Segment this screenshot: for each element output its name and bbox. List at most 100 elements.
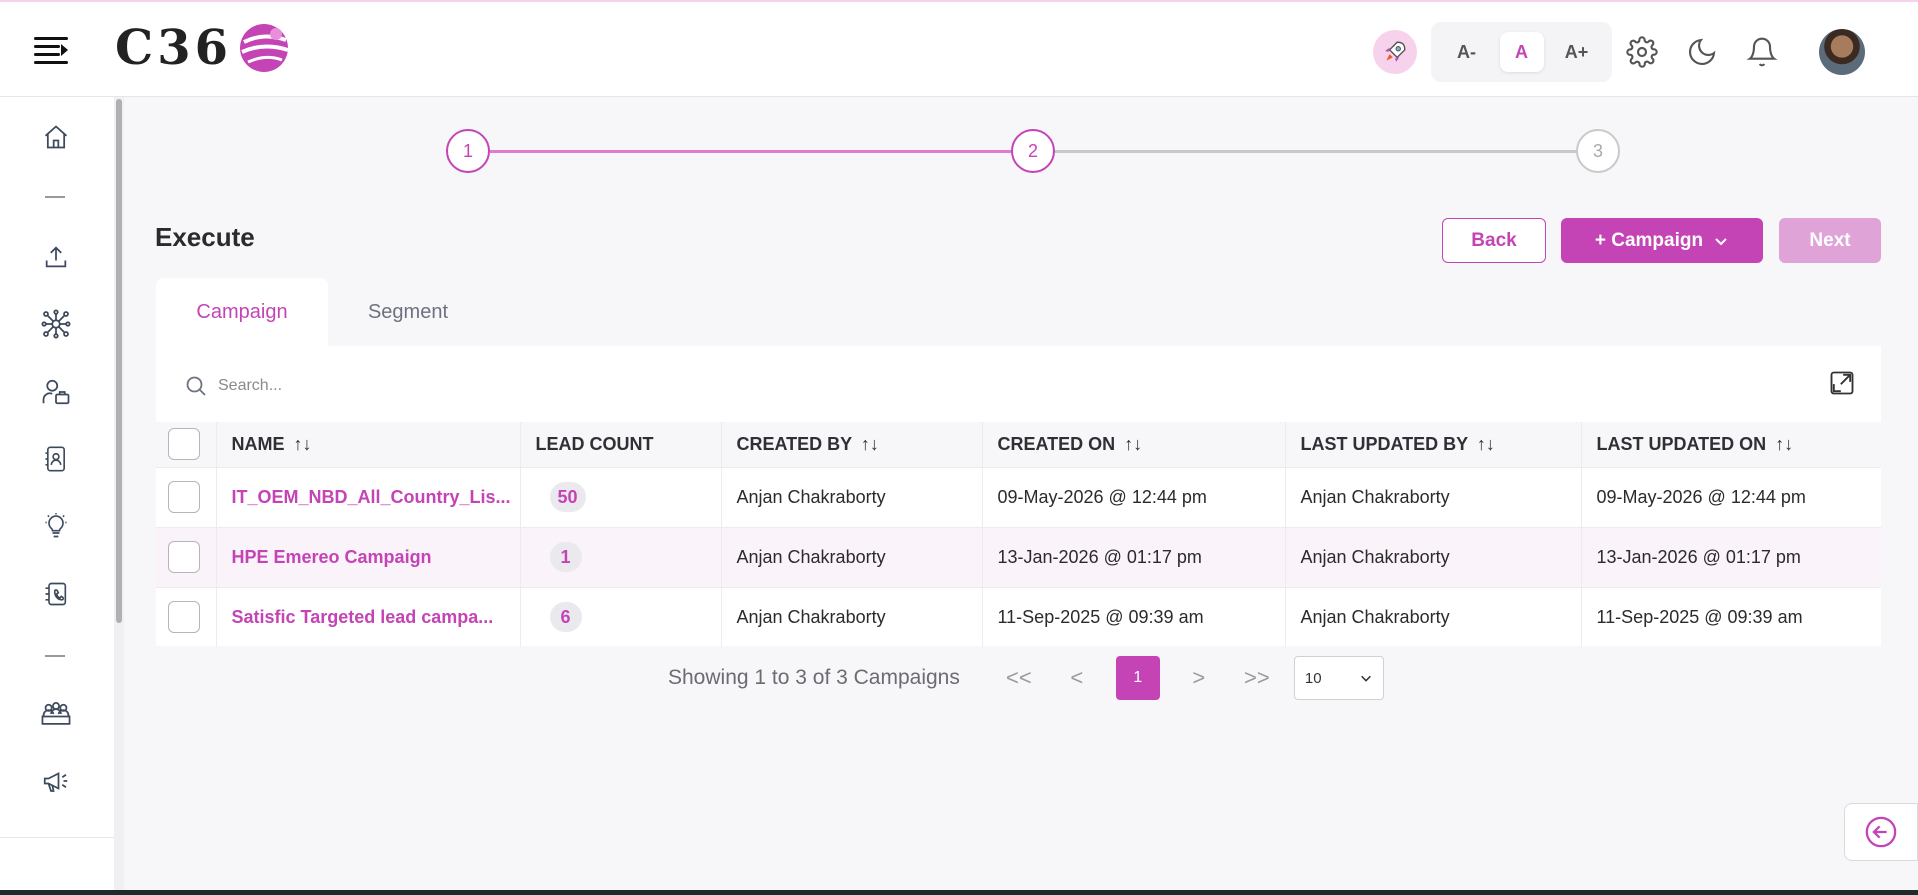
tab-segment[interactable]: Segment — [328, 278, 488, 346]
page-number-button[interactable]: 1 — [1115, 656, 1160, 700]
campaign-name-link[interactable]: IT_OEM_NBD_All_Country_Lis... — [232, 487, 511, 507]
updated-on-cell: 09-May-2026 @ 12:44 pm — [1581, 466, 1881, 527]
row-checkbox[interactable] — [168, 481, 200, 513]
row-select-cell — [156, 466, 217, 527]
address-book-icon[interactable] — [36, 574, 76, 614]
next-button[interactable]: Next — [1779, 218, 1881, 263]
updated-by-cell: Anjan Chakraborty — [1285, 526, 1582, 587]
table-header-row: NAME ↑↓ LEAD COUNT CREATED BY ↑↓ CREATED… — [156, 422, 1881, 467]
sort-icon[interactable]: ↑↓ — [1124, 434, 1142, 454]
megaphone-icon[interactable] — [36, 761, 76, 801]
campaign-name-link[interactable]: Satisfic Targeted lead campa... — [232, 607, 494, 627]
stepper-line-pending — [1054, 150, 1578, 153]
created-on-cell: 13-Jan-2026 @ 01:17 pm — [982, 526, 1286, 587]
select-all-cell — [156, 422, 217, 467]
add-campaign-label: + Campaign — [1594, 229, 1704, 251]
campaign-name-cell: HPE Emereo Campaign — [216, 526, 521, 587]
network-icon[interactable] — [36, 304, 76, 344]
sort-icon[interactable]: ↑↓ — [1775, 434, 1793, 454]
pagination-summary: Showing 1 to 3 of 3 Campaigns — [668, 666, 960, 689]
updated-on-cell: 13-Jan-2026 @ 01:17 pm — [1581, 526, 1881, 587]
lead-count-cell: 50 — [520, 466, 722, 527]
last-page-button[interactable]: >> — [1238, 659, 1276, 697]
prev-page-button[interactable]: < — [1058, 659, 1096, 697]
table-row[interactable]: Satisfic Targeted lead campa... 6 Anjan … — [156, 586, 1881, 647]
updated-on-cell: 11-Sep-2025 @ 09:39 am — [1581, 586, 1881, 647]
expand-icon[interactable] — [1825, 366, 1859, 400]
sidebar — [0, 97, 124, 895]
table-row[interactable]: IT_OEM_NBD_All_Country_Lis... 50 Anjan C… — [156, 466, 1881, 527]
lead-count-cell: 6 — [520, 586, 722, 647]
lead-count-cell: 1 — [520, 526, 722, 587]
moon-icon[interactable] — [1684, 34, 1720, 70]
campaign-name-link[interactable]: HPE Emereo Campaign — [232, 547, 432, 567]
created-by-cell: Anjan Chakraborty — [721, 586, 983, 647]
row-select-cell — [156, 526, 217, 587]
user-briefcase-icon[interactable] — [36, 372, 76, 412]
sidebar-footer — [0, 837, 124, 895]
top-header: C36 A- A A+ — [0, 0, 1918, 97]
font-increase-button[interactable]: A+ — [1555, 32, 1599, 72]
first-page-button[interactable]: << — [1000, 659, 1038, 697]
avatar[interactable] — [1819, 29, 1865, 75]
contact-card-icon[interactable] — [36, 439, 76, 479]
select-all-checkbox[interactable] — [168, 428, 200, 461]
step-1[interactable]: 1 — [446, 129, 490, 173]
column-header-last-updated-on[interactable]: LAST UPDATED ON ↑↓ — [1581, 422, 1881, 467]
column-header-name[interactable]: NAME ↑↓ — [216, 422, 521, 467]
search-bar — [184, 371, 618, 401]
page-size-value: 10 — [1304, 669, 1322, 687]
bell-icon[interactable] — [1744, 34, 1780, 70]
back-button[interactable]: Back — [1442, 218, 1546, 263]
created-by-cell: Anjan Chakraborty — [721, 526, 983, 587]
campaign-name-cell: Satisfic Targeted lead campa... — [216, 586, 521, 647]
updated-by-cell: Anjan Chakraborty — [1285, 466, 1582, 527]
next-page-button[interactable]: > — [1180, 659, 1218, 697]
search-icon — [186, 376, 206, 396]
table-row[interactable]: HPE Emereo Campaign 1 Anjan Chakraborty … — [156, 526, 1881, 587]
stepper-line-done — [490, 150, 1012, 153]
sidebar-divider — [45, 655, 65, 657]
created-on-cell: 11-Sep-2025 @ 09:39 am — [982, 586, 1286, 647]
chevron-down-icon — [1360, 675, 1371, 682]
logo-text: C36 — [115, 20, 232, 76]
lightbulb-icon[interactable] — [36, 506, 76, 546]
step-3[interactable]: 3 — [1576, 129, 1620, 173]
add-campaign-button[interactable]: + Campaign — [1561, 218, 1763, 263]
sort-icon[interactable]: ↑↓ — [861, 434, 879, 454]
row-checkbox[interactable] — [168, 601, 200, 634]
step-2[interactable]: 2 — [1011, 129, 1055, 173]
font-decrease-button[interactable]: A- — [1445, 32, 1489, 72]
created-by-cell: Anjan Chakraborty — [721, 466, 983, 527]
rocket-icon[interactable] — [1373, 30, 1417, 74]
menu-toggle-icon[interactable] — [32, 34, 70, 66]
c36-logo[interactable]: C36 — [115, 18, 292, 78]
taskbar-strip — [0, 890, 1918, 895]
home-icon[interactable] — [36, 117, 76, 157]
lead-count-badge: 1 — [549, 542, 582, 572]
created-on-cell: 09-May-2026 @ 12:44 pm — [982, 466, 1286, 527]
sidebar-scroll-thumb[interactable] — [116, 99, 122, 623]
column-header-last-updated-by[interactable]: LAST UPDATED BY ↑↓ — [1285, 422, 1582, 467]
arrow-left-circle-icon — [1865, 816, 1897, 848]
row-checkbox[interactable] — [168, 541, 200, 573]
gear-icon[interactable] — [1624, 34, 1660, 70]
column-header-created-on[interactable]: CREATED ON ↑↓ — [982, 422, 1286, 467]
lead-count-badge: 6 — [549, 602, 582, 633]
column-header-created-by[interactable]: CREATED BY ↑↓ — [721, 422, 983, 467]
updated-by-cell: Anjan Chakraborty — [1285, 586, 1582, 647]
sort-icon[interactable]: ↑↓ — [1477, 434, 1495, 454]
search-input[interactable] — [218, 377, 618, 395]
logo-globe-icon — [240, 24, 289, 72]
column-header-lead-count: LEAD COUNT — [520, 422, 722, 467]
sort-icon[interactable]: ↑↓ — [294, 434, 312, 454]
team-icon[interactable] — [36, 694, 76, 734]
font-normal-button[interactable]: A — [1499, 32, 1544, 72]
upload-icon[interactable] — [36, 237, 76, 277]
tab-campaign[interactable]: Campaign — [156, 278, 328, 346]
lead-count-badge: 50 — [549, 482, 586, 512]
row-select-cell — [156, 586, 217, 647]
chevron-down-icon — [1715, 237, 1727, 245]
page-size-select[interactable]: 10 — [1293, 656, 1384, 700]
collapse-panel-button[interactable] — [1844, 803, 1918, 861]
